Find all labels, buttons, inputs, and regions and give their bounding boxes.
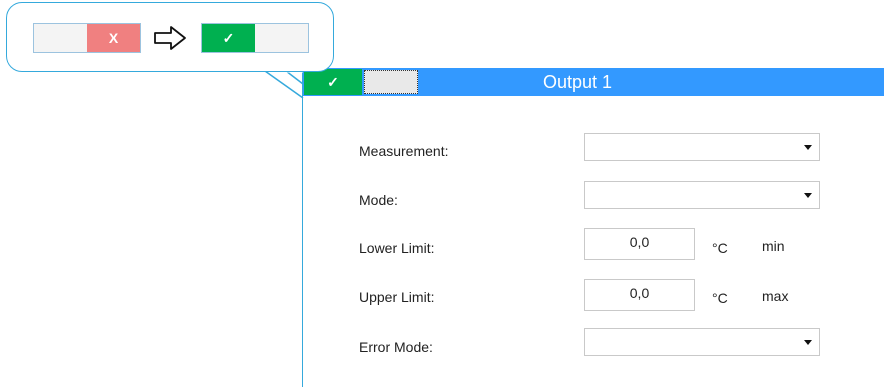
callout-bubble: X ✓ [6,2,334,72]
right-arrow-outline-icon [154,26,186,50]
toggle-off-example: X [33,23,141,53]
toggle-off-blank-segment [34,24,87,52]
toggle-on-check-segment: ✓ [202,24,255,52]
toggle-on-example: ✓ [201,23,309,53]
toggle-on-blank-segment [255,24,308,52]
toggle-off-x-segment: X [87,24,140,52]
